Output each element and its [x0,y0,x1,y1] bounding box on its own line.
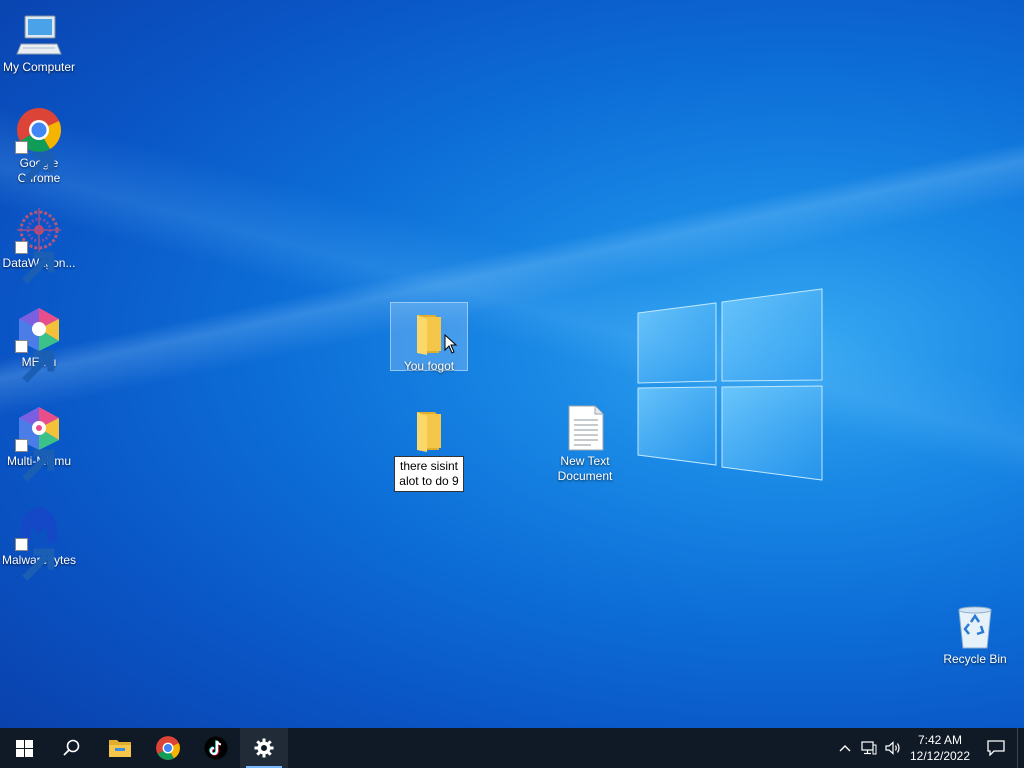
system-tray: 7:42 AM 12/12/2022 [833,728,1024,768]
desktop-icon-label: Recycle Bin [943,652,1007,666]
search-icon [63,739,80,756]
settings-icon [254,738,274,758]
rename-text-field[interactable]: there sisint alot to do 9 [394,456,464,492]
file-explorer-icon [109,740,131,757]
desktop-icon-label: New Text Document [557,454,613,483]
show-desktop-button[interactable] [1017,728,1024,768]
notification-icon [987,740,1005,756]
multi-memu-icon [15,404,63,482]
desktop-icon-label: My Computer [2,60,76,74]
taskbar-tiktok[interactable] [192,728,240,768]
shortcut-arrow-icon [15,439,55,482]
start-button[interactable] [0,728,48,768]
desktop-icon-label: You fogot [403,359,455,373]
monitor-icon [15,10,63,58]
shortcut-arrow-icon [15,241,55,284]
desktop-icon-datawagon[interactable]: DataWagon... [0,200,78,284]
desktop-icon-my-computer[interactable]: My Computer [0,4,78,75]
tray-volume-button[interactable] [881,728,905,768]
chevron-up-icon [839,745,851,752]
text-document-icon [561,404,609,452]
desktop-icon-multi-memu[interactable]: Multi-MEmu [0,398,78,482]
wallpaper-light-beam-2 [0,0,1024,728]
tray-network-button[interactable] [857,728,881,768]
taskbar-chrome[interactable] [144,728,192,768]
taskbar-clock[interactable]: 7:42 AM 12/12/2022 [905,732,975,764]
desktop-icon-memu[interactable]: MEmu [0,299,78,383]
chrome-icon [156,736,180,760]
action-center-button[interactable] [975,728,1017,768]
recycle-bin-icon [951,602,999,650]
datawagon-icon [15,206,63,284]
clock-time: 7:42 AM [917,733,963,747]
chrome-icon [15,106,63,184]
desktop-icon-google-chrome[interactable]: Google Chrome [0,100,78,186]
folder-icon [405,406,453,454]
mouse-cursor-icon [444,334,458,354]
taskbar: 7:42 AM 12/12/2022 [0,728,1024,768]
speaker-icon [885,741,900,755]
taskbar-settings[interactable] [240,728,288,768]
network-icon [861,741,877,755]
windows-logo-wallpaper [637,288,823,481]
desktop-icon-new-text-document[interactable]: New Text Document [546,398,624,484]
memu-icon [15,305,63,383]
desktop-icon-malwarebytes[interactable]: Malwarebytes [0,497,78,581]
shortcut-arrow-icon [15,340,55,383]
taskbar-file-explorer[interactable] [96,728,144,768]
shortcut-arrow-icon [15,538,55,581]
search-button[interactable] [48,728,96,768]
desktop-icon-recycle-bin[interactable]: Recycle Bin [936,596,1014,667]
shortcut-arrow-icon [15,141,55,184]
clock-date: 12/12/2022 [909,749,971,763]
desktop-icon-folder-renaming[interactable]: there sisint alot to do 9 [390,400,468,492]
tiktok-icon [204,736,228,760]
start-icon [15,739,33,757]
tray-overflow-button[interactable] [833,728,857,768]
wallpaper-light-beam [0,0,1024,728]
malwarebytes-icon [15,503,63,581]
